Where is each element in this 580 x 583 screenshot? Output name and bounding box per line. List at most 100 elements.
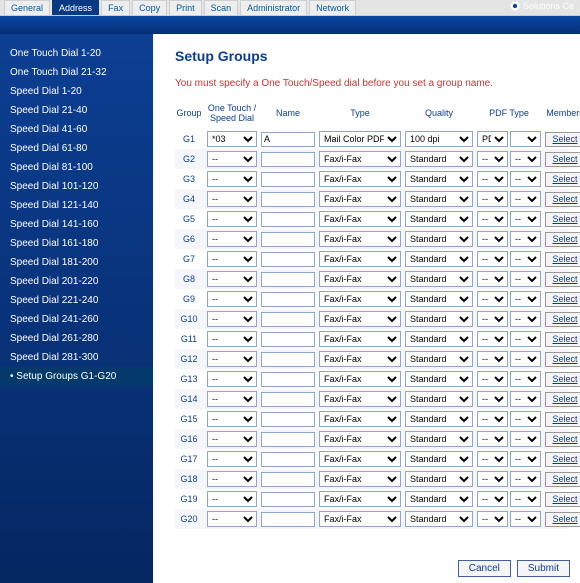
type-select[interactable]: Fax/i-Fax (319, 291, 401, 307)
pdf-select-2[interactable]: -- (510, 291, 541, 307)
members-select-button[interactable]: Select (545, 352, 580, 367)
members-select-button[interactable]: Select (545, 492, 580, 507)
sidebar-item-16[interactable]: Speed Dial 281-300 (0, 348, 153, 367)
name-input[interactable] (261, 512, 315, 527)
sidebar-item-7[interactable]: Speed Dial 101-120 (0, 177, 153, 196)
sidebar-item-9[interactable]: Speed Dial 141-160 (0, 215, 153, 234)
pdf-select-2[interactable]: -- (510, 211, 541, 227)
quality-select[interactable]: Standard (405, 371, 473, 387)
members-select-button[interactable]: Select (545, 412, 580, 427)
name-input[interactable] (261, 412, 315, 427)
pdf-select-1[interactable]: -- (477, 411, 508, 427)
members-select-button[interactable]: Select (545, 512, 580, 527)
pdf-select-1[interactable]: -- (477, 491, 508, 507)
sidebar-item-11[interactable]: Speed Dial 181-200 (0, 253, 153, 272)
name-input[interactable] (261, 132, 315, 147)
name-input[interactable] (261, 492, 315, 507)
tab-administrator[interactable]: Administrator (240, 0, 307, 15)
dial-select[interactable]: -- (207, 251, 257, 267)
type-select[interactable]: Fax/i-Fax (319, 271, 401, 287)
type-select[interactable]: Fax/i-Fax (319, 391, 401, 407)
pdf-select-1[interactable]: -- (477, 511, 508, 527)
sidebar-item-12[interactable]: Speed Dial 201-220 (0, 272, 153, 291)
quality-select[interactable]: Standard (405, 191, 473, 207)
dial-select[interactable]: -- (207, 411, 257, 427)
name-input[interactable] (261, 152, 315, 167)
sidebar-item-3[interactable]: Speed Dial 21-40 (0, 101, 153, 120)
members-select-button[interactable]: Select (545, 172, 580, 187)
name-input[interactable] (261, 192, 315, 207)
sidebar-item-1[interactable]: One Touch Dial 21-32 (0, 63, 153, 82)
type-select[interactable]: Fax/i-Fax (319, 211, 401, 227)
pdf-select-1[interactable]: -- (477, 291, 508, 307)
name-input[interactable] (261, 372, 315, 387)
tab-fax[interactable]: Fax (101, 0, 130, 15)
dial-select[interactable]: -- (207, 191, 257, 207)
dial-select[interactable]: -- (207, 231, 257, 247)
pdf-select-1[interactable]: -- (477, 371, 508, 387)
pdf-select-2[interactable]: -- (510, 471, 541, 487)
type-select[interactable]: Fax/i-Fax (319, 311, 401, 327)
tab-network[interactable]: Network (309, 0, 356, 15)
dial-select[interactable]: -- (207, 511, 257, 527)
quality-select[interactable]: Standard (405, 231, 473, 247)
name-input[interactable] (261, 172, 315, 187)
sidebar-item-4[interactable]: Speed Dial 41-60 (0, 120, 153, 139)
quality-select[interactable]: Standard (405, 351, 473, 367)
type-select[interactable]: Fax/i-Fax (319, 251, 401, 267)
pdf-select-2[interactable]: -- (510, 411, 541, 427)
sidebar-item-14[interactable]: Speed Dial 241-260 (0, 310, 153, 329)
sidebar-item-8[interactable]: Speed Dial 121-140 (0, 196, 153, 215)
members-select-button[interactable]: Select (545, 272, 580, 287)
dial-select[interactable]: -- (207, 431, 257, 447)
members-select-button[interactable]: Select (545, 392, 580, 407)
quality-select[interactable]: Standard (405, 471, 473, 487)
type-select[interactable]: Fax/i-Fax (319, 331, 401, 347)
quality-select[interactable]: 100 dpi (405, 131, 473, 147)
type-select[interactable]: Fax/i-Fax (319, 371, 401, 387)
pdf-select-1[interactable]: -- (477, 271, 508, 287)
submit-button[interactable]: Submit (517, 560, 570, 577)
name-input[interactable] (261, 432, 315, 447)
members-select-button[interactable]: Select (545, 132, 580, 147)
quality-select[interactable]: Standard (405, 451, 473, 467)
pdf-select-2[interactable]: -- (510, 331, 541, 347)
sidebar-item-13[interactable]: Speed Dial 221-240 (0, 291, 153, 310)
pdf-select-1[interactable]: -- (477, 191, 508, 207)
quality-select[interactable]: Standard (405, 211, 473, 227)
name-input[interactable] (261, 212, 315, 227)
dial-select[interactable]: -- (207, 211, 257, 227)
tab-copy[interactable]: Copy (132, 0, 167, 15)
members-select-button[interactable]: Select (545, 452, 580, 467)
members-select-button[interactable]: Select (545, 432, 580, 447)
pdf-select-2[interactable]: -- (510, 391, 541, 407)
dial-select[interactable]: -- (207, 291, 257, 307)
tab-scan[interactable]: Scan (204, 0, 239, 15)
dial-select[interactable]: -- (207, 271, 257, 287)
members-select-button[interactable]: Select (545, 232, 580, 247)
quality-select[interactable]: Standard (405, 171, 473, 187)
pdf-select-2[interactable]: -- (510, 351, 541, 367)
name-input[interactable] (261, 232, 315, 247)
members-select-button[interactable]: Select (545, 372, 580, 387)
sidebar-item-15[interactable]: Speed Dial 261-280 (0, 329, 153, 348)
type-select[interactable]: Fax/i-Fax (319, 411, 401, 427)
quality-select[interactable]: Standard (405, 411, 473, 427)
pdf-select-2[interactable]: -- (510, 311, 541, 327)
sidebar-item-17[interactable]: Setup Groups G1-G20 (0, 367, 153, 386)
quality-select[interactable]: Standard (405, 291, 473, 307)
members-select-button[interactable]: Select (545, 212, 580, 227)
dial-select[interactable]: -- (207, 371, 257, 387)
dial-select[interactable]: -- (207, 391, 257, 407)
pdf-select-1[interactable]: -- (477, 231, 508, 247)
type-select[interactable]: Fax/i-Fax (319, 511, 401, 527)
name-input[interactable] (261, 292, 315, 307)
pdf-select-2[interactable]: -- (510, 431, 541, 447)
sidebar-item-5[interactable]: Speed Dial 61-80 (0, 139, 153, 158)
dial-select[interactable]: -- (207, 451, 257, 467)
type-select[interactable]: Fax/i-Fax (319, 491, 401, 507)
pdf-select-2[interactable]: -- (510, 171, 541, 187)
pdf-select-2[interactable]: -- (510, 191, 541, 207)
sidebar-item-10[interactable]: Speed Dial 161-180 (0, 234, 153, 253)
quality-select[interactable]: Standard (405, 391, 473, 407)
